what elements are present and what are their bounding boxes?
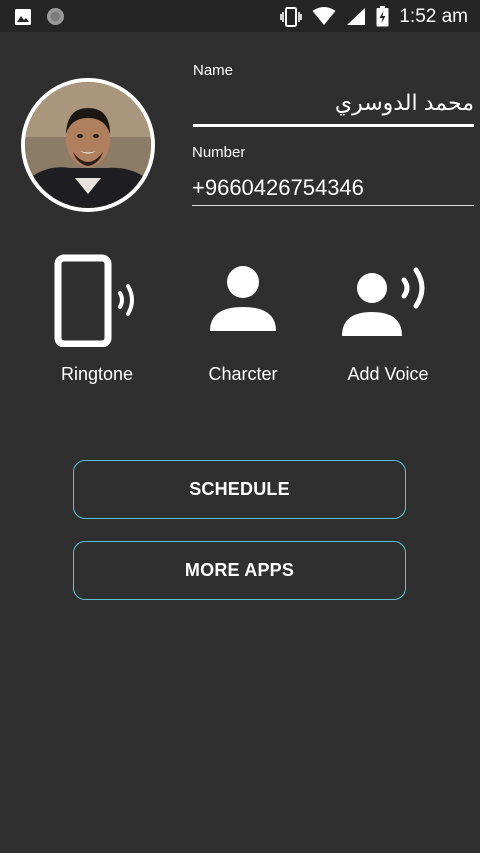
person-voice-icon (342, 260, 434, 340)
add-voice-option[interactable]: Add Voice (313, 250, 463, 385)
signal-icon (346, 7, 366, 26)
ringtone-label: Ringtone (60, 364, 134, 384)
phone-ringing-icon (52, 253, 142, 348)
vibrate-icon (280, 6, 303, 27)
name-input[interactable]: محمد الدوسري (193, 90, 474, 116)
schedule-button[interactable]: SCHEDULE (73, 460, 406, 519)
number-label: Number (192, 144, 246, 161)
more-apps-button[interactable]: MORE APPS (73, 541, 406, 600)
number-underline (192, 205, 474, 206)
character-option[interactable]: Charcter (168, 250, 318, 385)
status-bar: 1:52 am (0, 0, 480, 32)
image-icon (14, 8, 32, 26)
battery-charging-icon (376, 6, 389, 27)
add-voice-label: Add Voice (347, 364, 429, 384)
status-time: 1:52 am (399, 5, 468, 27)
name-underline (193, 124, 474, 127)
number-input[interactable]: +9660426754346 (192, 175, 364, 201)
wifi-icon (312, 7, 336, 26)
circle-icon (46, 7, 65, 26)
ringtone-option[interactable]: Ringtone (22, 250, 172, 385)
contact-avatar[interactable] (21, 78, 155, 212)
character-label: Charcter (208, 364, 278, 384)
name-label: Name (193, 62, 234, 79)
person-icon (208, 265, 278, 335)
